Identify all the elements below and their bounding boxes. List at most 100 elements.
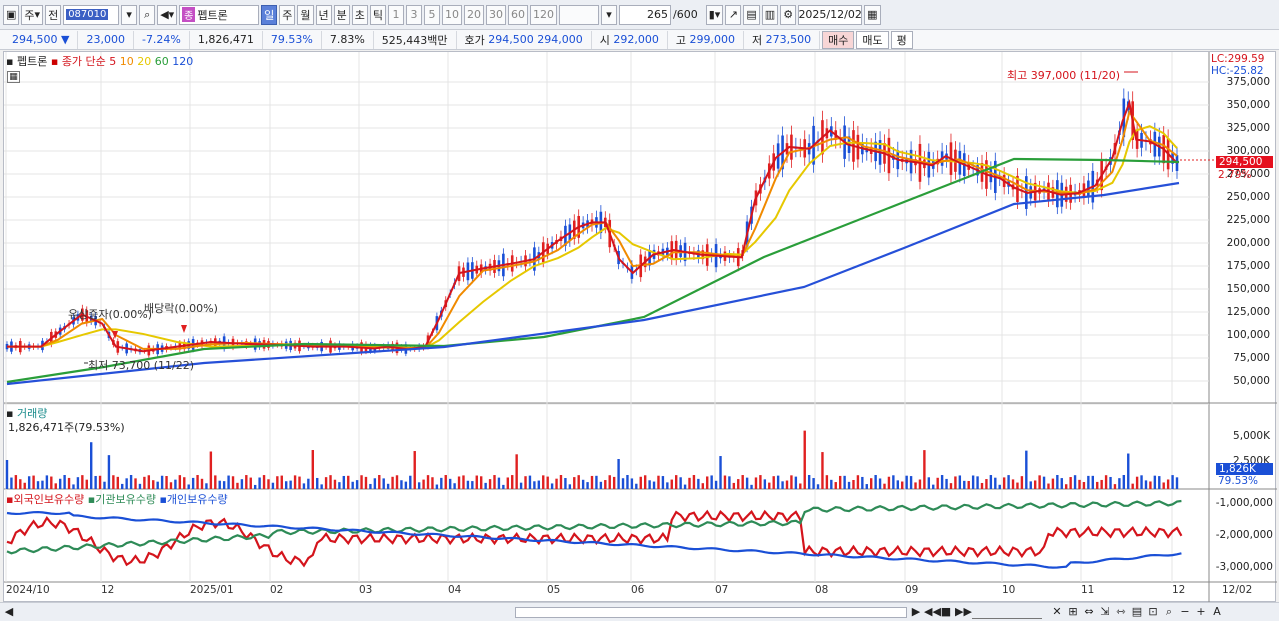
- volume-bar: [692, 475, 696, 489]
- volume-bar: [1109, 476, 1112, 489]
- eval-button[interactable]: 평: [890, 30, 913, 49]
- bar-count-input[interactable]: 265: [619, 4, 672, 25]
- layout-icon[interactable]: ▤: [1130, 605, 1144, 619]
- window-menu-icon[interactable]: ▣: [3, 4, 20, 25]
- volume-bar: [847, 481, 851, 489]
- date-tick: 08: [815, 584, 829, 596]
- volume-bar: [386, 483, 390, 489]
- volume-bar: [843, 475, 846, 489]
- interval-10[interactable]: 10: [442, 4, 463, 25]
- period-month[interactable]: 월: [297, 4, 314, 25]
- stop-icon[interactable]: ■: [940, 605, 952, 619]
- sound-icon[interactable]: ◀▾: [157, 4, 178, 25]
- volume-bar: [214, 475, 217, 489]
- volume-bar: [1007, 475, 1010, 489]
- volume-bar: [546, 476, 549, 489]
- interval-5[interactable]: 5: [424, 4, 441, 25]
- calendar-icon[interactable]: ▦: [864, 4, 881, 25]
- rewind-icon[interactable]: ◀◀: [924, 605, 941, 619]
- interval-3[interactable]: 3: [406, 4, 423, 25]
- scroll-thumb[interactable]: [515, 607, 907, 618]
- volume-bar: [604, 480, 607, 489]
- candle-type-icon[interactable]: ▮▾: [705, 4, 724, 25]
- volume-bar: [896, 480, 899, 489]
- prev-button[interactable]: 전: [45, 4, 62, 25]
- settings-gear-icon[interactable]: ⚙: [780, 4, 797, 25]
- stock-code-input[interactable]: 087010: [63, 4, 120, 25]
- volume-bar: [364, 476, 368, 489]
- panel-add-icon[interactable]: ⊡: [1146, 605, 1160, 619]
- add-icon[interactable]: +: [1194, 605, 1208, 619]
- volume-bar: [174, 479, 177, 489]
- stock-name-field[interactable]: 종 펩트론: [179, 4, 260, 25]
- volume-value: 1,826,471: [190, 30, 263, 49]
- interval-1[interactable]: 1: [388, 4, 405, 25]
- play-icon[interactable]: ▶: [910, 605, 922, 619]
- table-icon[interactable]: ▦: [7, 71, 20, 83]
- print-icon[interactable]: ▤: [743, 4, 760, 25]
- volume-bar: [626, 475, 629, 489]
- volume-bar: [830, 479, 833, 489]
- volume-bar: [382, 478, 385, 489]
- volume-bar: [989, 475, 993, 489]
- date-input[interactable]: 2025/12/02: [798, 4, 863, 25]
- volume-bar: [568, 484, 572, 489]
- interval-20[interactable]: 20: [464, 4, 485, 25]
- search-icon[interactable]: ⌕: [139, 4, 156, 25]
- fit-icon[interactable]: ⇔: [1082, 605, 1096, 619]
- chart-canvas[interactable]: [4, 52, 1277, 603]
- zoom-out-icon[interactable]: −: [1178, 605, 1192, 619]
- volume-bar: [147, 475, 151, 489]
- volume-bar: [58, 478, 62, 489]
- zoom-slider[interactable]: [972, 605, 1042, 619]
- stock-chart[interactable]: ▪ 펩트론 ▪ 종가 단순 5 10 20 60 120 ▦ LC:299.59…: [3, 51, 1277, 603]
- interval-120[interactable]: 120: [530, 4, 558, 25]
- high-annotation: 최고 397,000 (11/20): [1007, 69, 1121, 82]
- interval-30[interactable]: 30: [486, 4, 507, 25]
- period-minute[interactable]: 분: [333, 4, 350, 25]
- volume-bar: [1038, 475, 1041, 489]
- interval-input[interactable]: [559, 4, 600, 25]
- volume-bar: [462, 475, 465, 489]
- volume-bar: [732, 482, 736, 489]
- period-year[interactable]: 년: [315, 4, 332, 25]
- font-size-icon[interactable]: A: [1210, 605, 1224, 619]
- volume-bar: [524, 476, 527, 489]
- crosshair-icon[interactable]: ✕: [1050, 605, 1064, 619]
- save-icon[interactable]: ▥: [761, 4, 779, 25]
- period-tick[interactable]: 틱: [369, 4, 387, 25]
- volume-bar: [493, 475, 496, 489]
- mode-select[interactable]: 주 ▾: [21, 4, 44, 25]
- volume-bar: [502, 484, 505, 489]
- volume-bar: [196, 475, 199, 489]
- volume-bar: [50, 476, 53, 489]
- volume-bar: [1042, 476, 1046, 489]
- grid-icon[interactable]: ⊞: [1066, 605, 1080, 619]
- period-day[interactable]: 일: [261, 4, 278, 25]
- panel-icon: ▪: [6, 55, 14, 68]
- volume-bar: [528, 475, 532, 489]
- fast-forward-icon[interactable]: ▶▶: [955, 605, 972, 619]
- volume-bar: [413, 451, 416, 489]
- volume-bar: [1144, 480, 1148, 489]
- split-icon[interactable]: ⇿: [1114, 605, 1128, 619]
- sell-button[interactable]: 매도: [856, 30, 889, 49]
- volume-bar: [856, 475, 860, 489]
- code-dropdown-icon[interactable]: ▾: [121, 4, 138, 25]
- zoom-in-icon[interactable]: ⌕: [1162, 605, 1176, 619]
- volume-bar: [878, 478, 882, 489]
- volume-bar: [564, 478, 567, 489]
- volume-bar: [519, 482, 523, 489]
- volume-bar: [861, 476, 864, 489]
- interval-60[interactable]: 60: [508, 4, 529, 25]
- period-week[interactable]: 주: [279, 4, 296, 25]
- volume-bar: [936, 477, 939, 489]
- volume-bar: [448, 478, 452, 489]
- draw-tool-icon[interactable]: ↗: [725, 4, 742, 25]
- shrink-icon[interactable]: ⇲: [1098, 605, 1112, 619]
- period-second[interactable]: 초: [351, 4, 368, 25]
- scroll-left-icon[interactable]: ◀: [4, 605, 14, 619]
- date-tick: 10: [1002, 584, 1016, 596]
- interval-dropdown-icon[interactable]: ▾: [601, 4, 618, 25]
- buy-button[interactable]: 매수: [822, 30, 855, 49]
